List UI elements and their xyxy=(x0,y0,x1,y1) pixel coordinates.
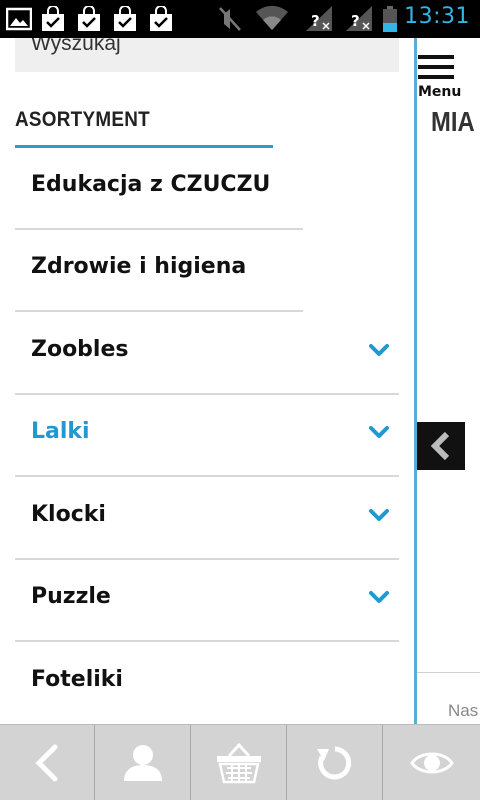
refresh-icon xyxy=(317,746,352,780)
bottom-navigation-bar xyxy=(0,724,480,800)
menu-item-puzzle[interactable]: Puzzle xyxy=(15,560,399,642)
search-input[interactable]: Wyszukaj xyxy=(15,38,399,72)
menu-item-lalki[interactable]: Lalki xyxy=(15,395,399,477)
eye-icon xyxy=(410,752,454,774)
basket-icon xyxy=(217,742,261,784)
chevron-down-icon[interactable] xyxy=(369,425,389,439)
divider xyxy=(417,672,480,673)
footer-text: Nas xyxy=(448,701,479,720)
preview-button[interactable] xyxy=(384,725,480,800)
no-signal-icon: ? xyxy=(346,6,374,32)
back-icon xyxy=(35,744,58,782)
battery-icon xyxy=(382,6,398,32)
muted-icon xyxy=(218,6,242,32)
divider xyxy=(15,475,399,477)
menu-item-label: Foteliki xyxy=(31,667,123,692)
shopping-bag-check-icon xyxy=(148,6,174,32)
menu-item-label: Klocki xyxy=(31,502,106,527)
menu-item-label: Edukacja z CZUCZU xyxy=(31,172,271,197)
wifi-icon xyxy=(256,6,288,32)
drawer-edge xyxy=(414,38,417,724)
navigation-drawer: Wyszukaj ASORTYMENT Edukacja z CZUCZU Zd… xyxy=(0,38,414,724)
menu-button[interactable]: Menu xyxy=(417,38,480,100)
divider xyxy=(15,310,303,312)
status-bar: ? ? 13:31 xyxy=(0,0,480,38)
menu-item-edukacja[interactable]: Edukacja z CZUCZU xyxy=(15,148,399,230)
shopping-bag-check-icon xyxy=(112,6,138,32)
shopping-bag-check-icon xyxy=(40,6,66,32)
menu-label: Menu xyxy=(418,84,462,100)
menu-item-zoobles[interactable]: Zoobles xyxy=(15,313,399,395)
menu-item-zdrowie[interactable]: Zdrowie i higiena xyxy=(15,230,399,312)
refresh-button[interactable] xyxy=(288,725,383,800)
svg-text:?: ? xyxy=(351,12,360,30)
section-title: ASORTYMENT xyxy=(15,108,150,131)
account-button[interactable] xyxy=(96,725,191,800)
back-button[interactable] xyxy=(0,725,95,800)
clock: 13:31 xyxy=(404,4,470,29)
search-placeholder: Wyszukaj xyxy=(31,38,121,55)
no-signal-icon: ? xyxy=(306,6,334,32)
menu-item-label: Lalki xyxy=(31,419,90,444)
menu-item-label: Zoobles xyxy=(31,337,129,362)
user-icon xyxy=(124,745,162,781)
chevron-down-icon[interactable] xyxy=(369,343,389,357)
menu-item-label: Puzzle xyxy=(31,584,111,609)
divider xyxy=(15,640,399,642)
chevron-down-icon[interactable] xyxy=(369,590,389,604)
svg-text:?: ? xyxy=(311,12,320,30)
page-heading: MIA xyxy=(431,106,475,137)
menu-item-klocki[interactable]: Klocki xyxy=(15,478,399,560)
chevron-left-icon xyxy=(430,431,450,461)
shopping-bag-check-icon xyxy=(76,6,102,32)
menu-item-foteliki[interactable]: Foteliki xyxy=(15,643,399,724)
gallery-icon xyxy=(6,6,32,32)
carousel-prev-button[interactable] xyxy=(417,422,465,470)
menu-item-label: Zdrowie i higiena xyxy=(31,254,247,279)
chevron-down-icon[interactable] xyxy=(369,508,389,522)
basket-button[interactable] xyxy=(192,725,287,800)
